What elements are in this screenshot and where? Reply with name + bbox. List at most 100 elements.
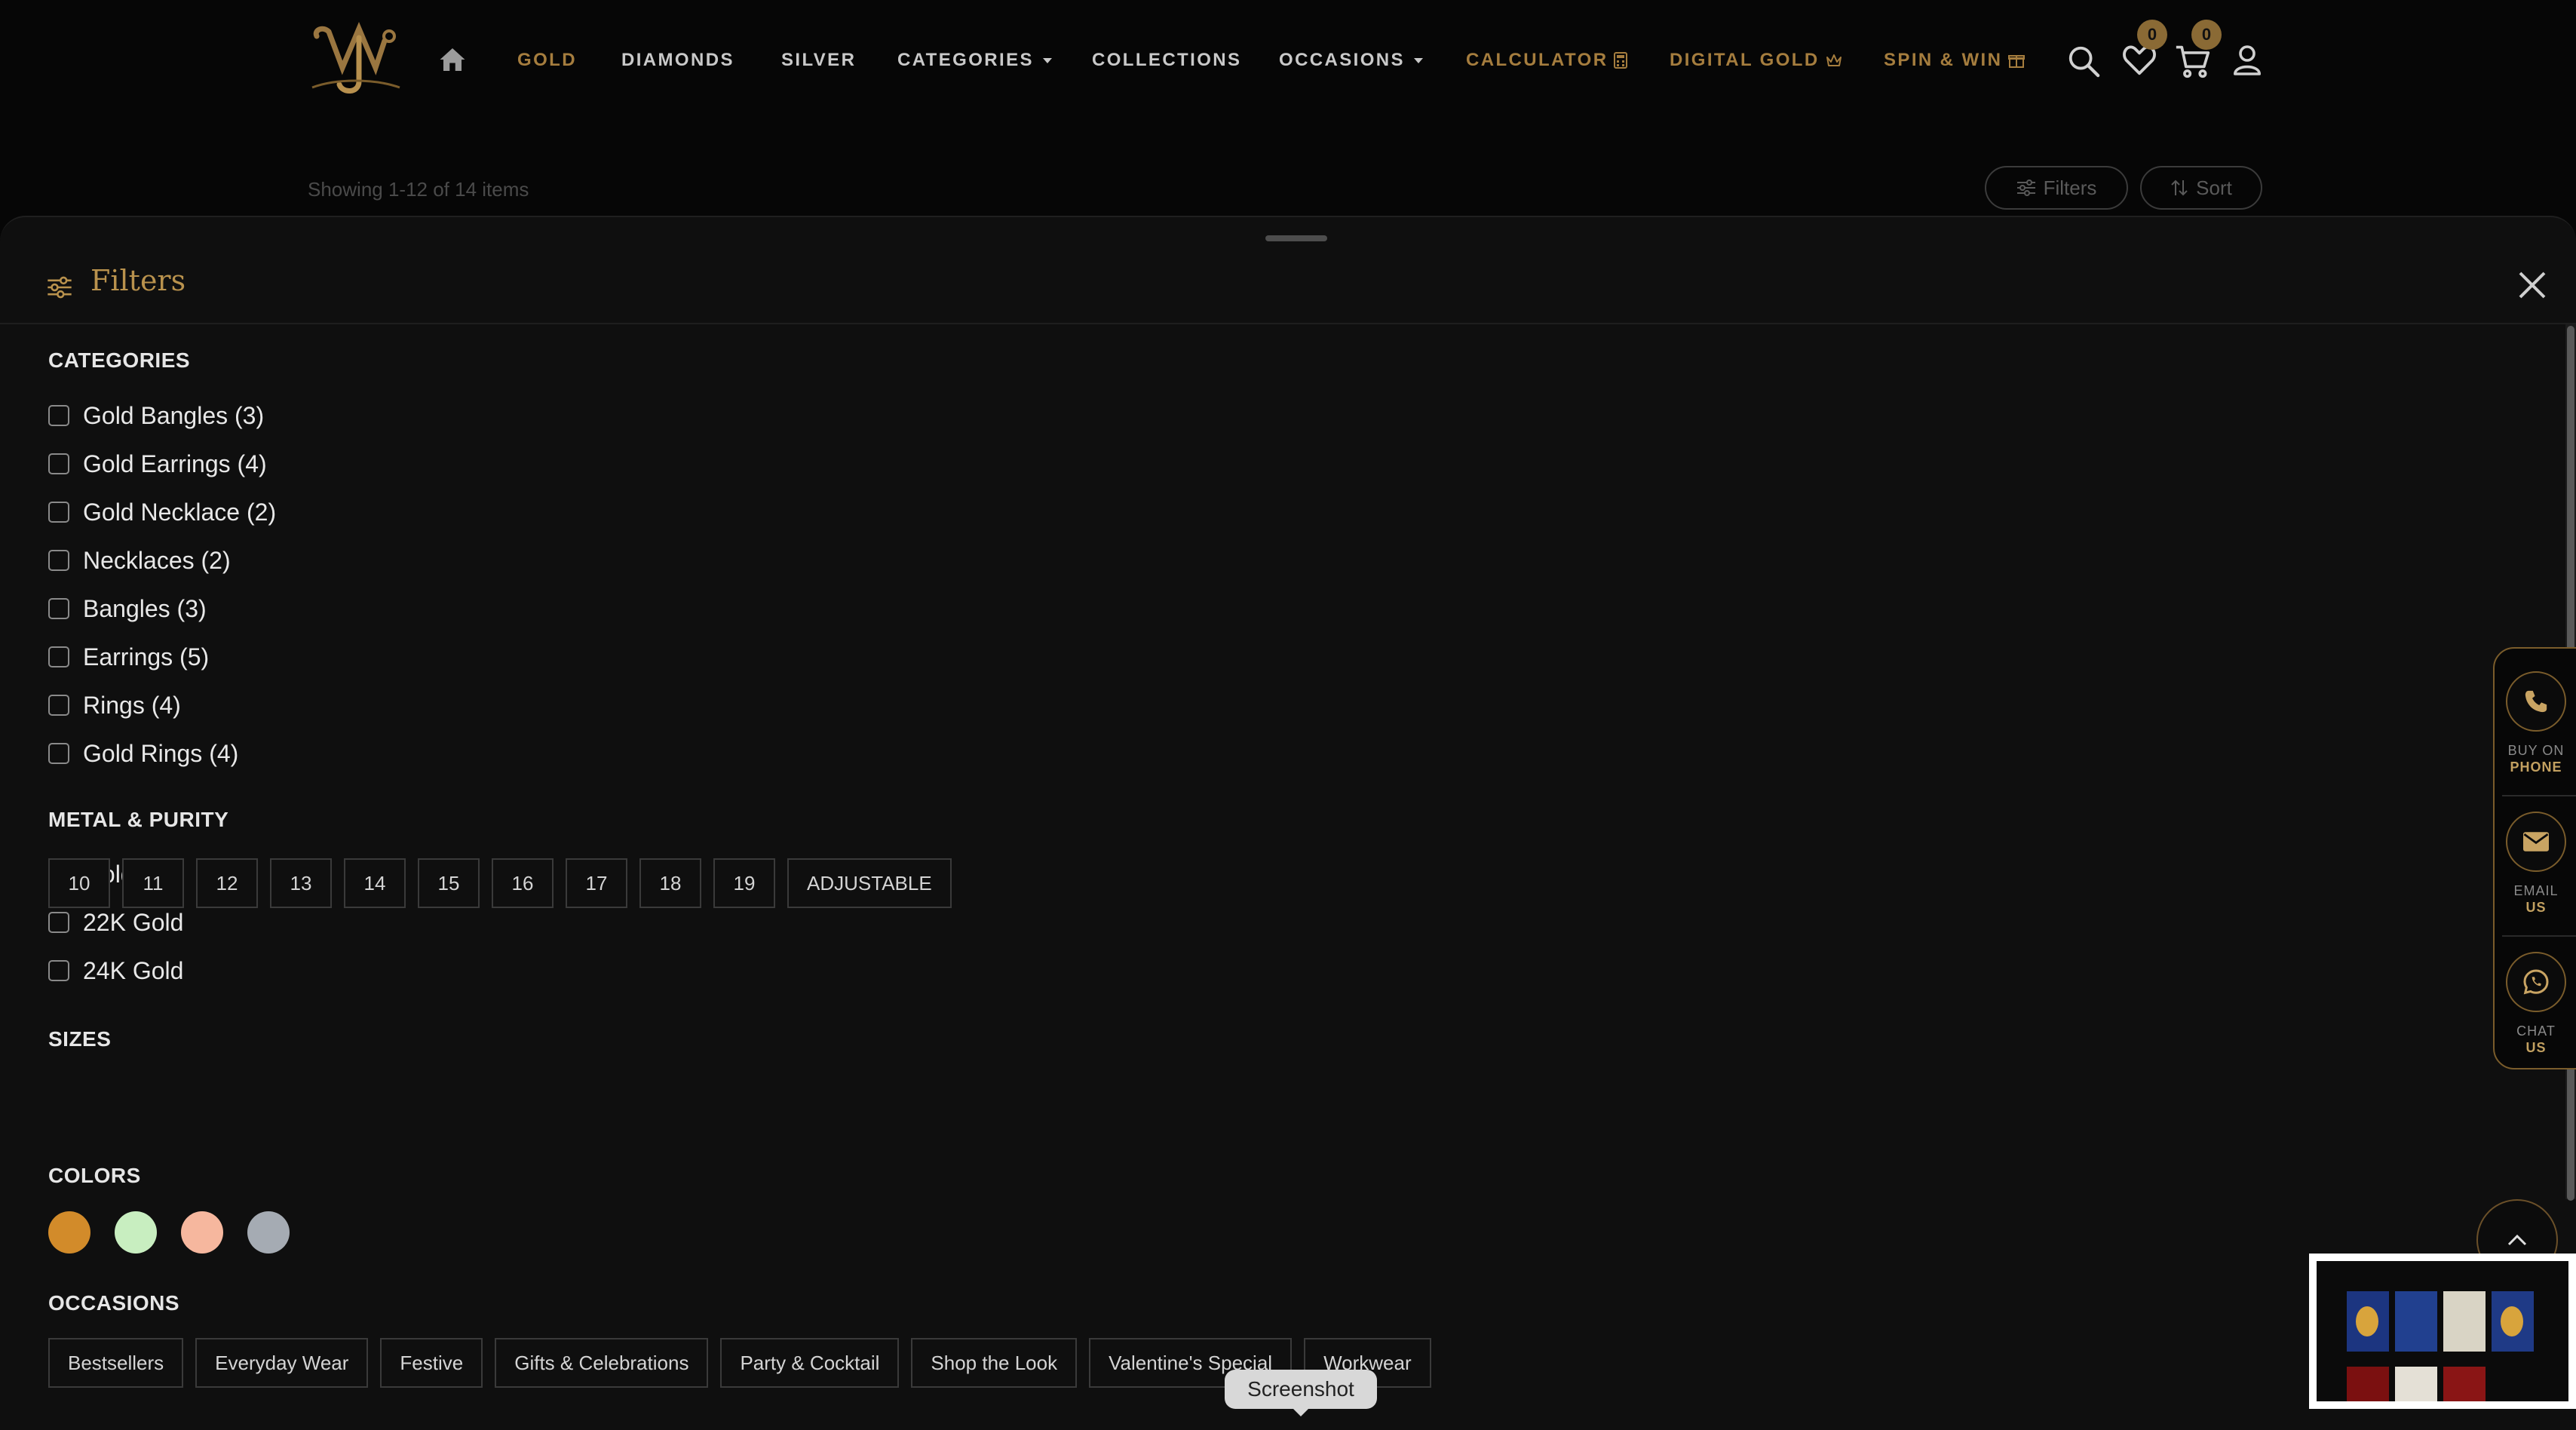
occasions-section-title: OCCASIONS	[48, 1291, 180, 1315]
checkbox[interactable]	[48, 912, 69, 933]
crown-icon	[1826, 54, 1842, 66]
email-icon-circle	[2506, 812, 2566, 872]
sort-button[interactable]: Sort	[2140, 166, 2262, 210]
category-option-label: Gold Rings (4)	[83, 739, 239, 767]
phone-icon-circle	[2506, 671, 2566, 732]
whatsapp-icon-circle	[2506, 952, 2566, 1012]
buy-on-phone-button[interactable]: BUY ON PHONE	[2495, 671, 2576, 775]
nav-gold[interactable]: GOLD	[517, 45, 577, 75]
filters-button[interactable]: Filters	[1985, 166, 2128, 210]
nav-categories[interactable]: CATEGORIES	[897, 45, 1052, 75]
phone-icon	[2525, 690, 2547, 713]
category-option-label: Earrings (5)	[83, 643, 210, 671]
checkbox[interactable]	[48, 960, 69, 981]
sizes-section-title: SIZES	[48, 1027, 112, 1051]
category-checkbox-option[interactable]: Gold Rings (4)	[48, 735, 238, 772]
sizes-list: 10 11 12 13 14 15 16 17 18 19 ADJUSTABLE	[48, 858, 952, 908]
user-account-icon[interactable]	[2234, 45, 2261, 75]
occasion-chip[interactable]: Bestsellers	[48, 1338, 184, 1388]
size-chip[interactable]: 15	[418, 858, 480, 908]
email-us-label: EMAIL US	[2513, 883, 2559, 915]
checkbox[interactable]	[48, 453, 69, 474]
size-chip[interactable]: 11	[122, 858, 184, 908]
color-swatch[interactable]	[247, 1211, 290, 1254]
checkbox[interactable]	[48, 502, 69, 523]
checkbox[interactable]	[48, 695, 69, 716]
colors-section-title: COLORS	[48, 1164, 141, 1187]
filters-sheet-header: Filters	[0, 247, 2576, 324]
occasions-list: Bestsellers Everyday Wear Festive Gifts & C…	[48, 1338, 1431, 1388]
nav-digital-gold[interactable]: DIGITAL GOLD	[1670, 45, 1842, 75]
screenshot-preview-image	[2317, 1261, 2568, 1401]
occasion-chip[interactable]: Gifts & Celebrations	[495, 1338, 709, 1388]
filters-bottom-sheet: Filters	[0, 216, 2576, 1430]
category-option-label: Rings (4)	[83, 691, 181, 719]
brand-logo[interactable]	[306, 21, 404, 97]
size-chip[interactable]: 17	[566, 858, 627, 908]
email-us-button[interactable]: EMAIL US	[2495, 812, 2576, 916]
color-swatch[interactable]	[181, 1211, 223, 1254]
size-chip[interactable]: 19	[713, 858, 775, 908]
nav-silver[interactable]: SILVER	[781, 45, 856, 75]
checkbox[interactable]	[48, 743, 69, 764]
chevron-down-icon	[1413, 57, 1423, 63]
chevron-up-icon	[2507, 1234, 2527, 1246]
contact-divider	[2502, 935, 2576, 937]
metal-checkbox-option[interactable]: 24K Gold	[48, 952, 183, 990]
gift-icon	[2008, 55, 2026, 68]
screenshot-preview-thumbnail[interactable]	[2309, 1254, 2576, 1409]
category-checkbox-option[interactable]: Gold Necklace (2)	[48, 493, 276, 531]
size-chip[interactable]: 13	[270, 858, 332, 908]
nav-calculator[interactable]: CALCULATOR	[1466, 45, 1628, 75]
nav-spin-win[interactable]: SPIN & WIN	[1884, 45, 2026, 75]
close-icon[interactable]	[2517, 270, 2547, 300]
chevron-down-icon	[1042, 57, 1052, 63]
category-option-label: Bangles (3)	[83, 594, 207, 622]
occasion-chip[interactable]: Festive	[380, 1338, 483, 1388]
nav-diamonds[interactable]: DIAMONDS	[621, 45, 734, 75]
size-chip[interactable]: 18	[639, 858, 701, 908]
checkbox[interactable]	[48, 646, 69, 667]
screenshot-tooltip: Screenshot	[1225, 1370, 1377, 1416]
size-chip[interactable]: ADJUSTABLE	[787, 858, 952, 908]
checkbox[interactable]	[48, 550, 69, 571]
color-swatch[interactable]	[115, 1211, 157, 1254]
category-checkbox-option[interactable]: Rings (4)	[48, 686, 181, 724]
cart-count-badge: 0	[2191, 20, 2222, 50]
colors-list	[48, 1211, 290, 1254]
size-chip[interactable]: 10	[48, 858, 110, 908]
occasion-chip[interactable]: Everyday Wear	[195, 1338, 369, 1388]
category-checkbox-option[interactable]: Gold Bangles (3)	[48, 397, 264, 434]
sliders-icon	[2016, 180, 2035, 196]
occasion-chip[interactable]: Shop the Look	[911, 1338, 1078, 1388]
size-chip[interactable]: 16	[492, 858, 554, 908]
category-option-label: Gold Earrings (4)	[83, 450, 267, 477]
size-chip[interactable]: 12	[196, 858, 258, 908]
checkbox[interactable]	[48, 405, 69, 426]
chat-us-button[interactable]: CHAT US	[2495, 952, 2576, 1056]
category-option-label: Gold Necklace (2)	[83, 498, 277, 526]
calculator-icon	[1614, 52, 1628, 69]
category-checkbox-option[interactable]: Gold Earrings (4)	[48, 445, 267, 483]
filters-title: Filters	[90, 264, 186, 297]
size-chip[interactable]: 14	[344, 858, 406, 908]
home-icon[interactable]	[439, 47, 466, 72]
metal-checkbox-option[interactable]: 22K Gold	[48, 904, 183, 941]
nav-collections[interactable]: COLLECTIONS	[1092, 45, 1241, 75]
nav-occasions[interactable]: OCCASIONS	[1279, 45, 1423, 75]
occasion-chip[interactable]: Party & Cocktail	[720, 1338, 900, 1388]
category-option-label: Necklaces (2)	[83, 546, 231, 574]
search-icon[interactable]	[2066, 44, 2101, 78]
checkbox[interactable]	[48, 598, 69, 619]
buy-on-phone-label: BUY ON PHONE	[2507, 743, 2565, 775]
metal-option-label: 24K Gold	[83, 956, 184, 984]
category-checkbox-option[interactable]: Necklaces (2)	[48, 542, 231, 579]
category-option-label: Gold Bangles (3)	[83, 401, 265, 429]
category-checkbox-option[interactable]: Earrings (5)	[48, 638, 209, 676]
email-icon	[2523, 832, 2549, 852]
sheet-drag-handle[interactable]	[1265, 235, 1327, 241]
category-checkbox-option[interactable]: Bangles (3)	[48, 590, 207, 628]
color-swatch[interactable]	[48, 1211, 90, 1254]
whatsapp-icon	[2523, 969, 2549, 995]
categories-section-title: CATEGORIES	[48, 348, 191, 372]
